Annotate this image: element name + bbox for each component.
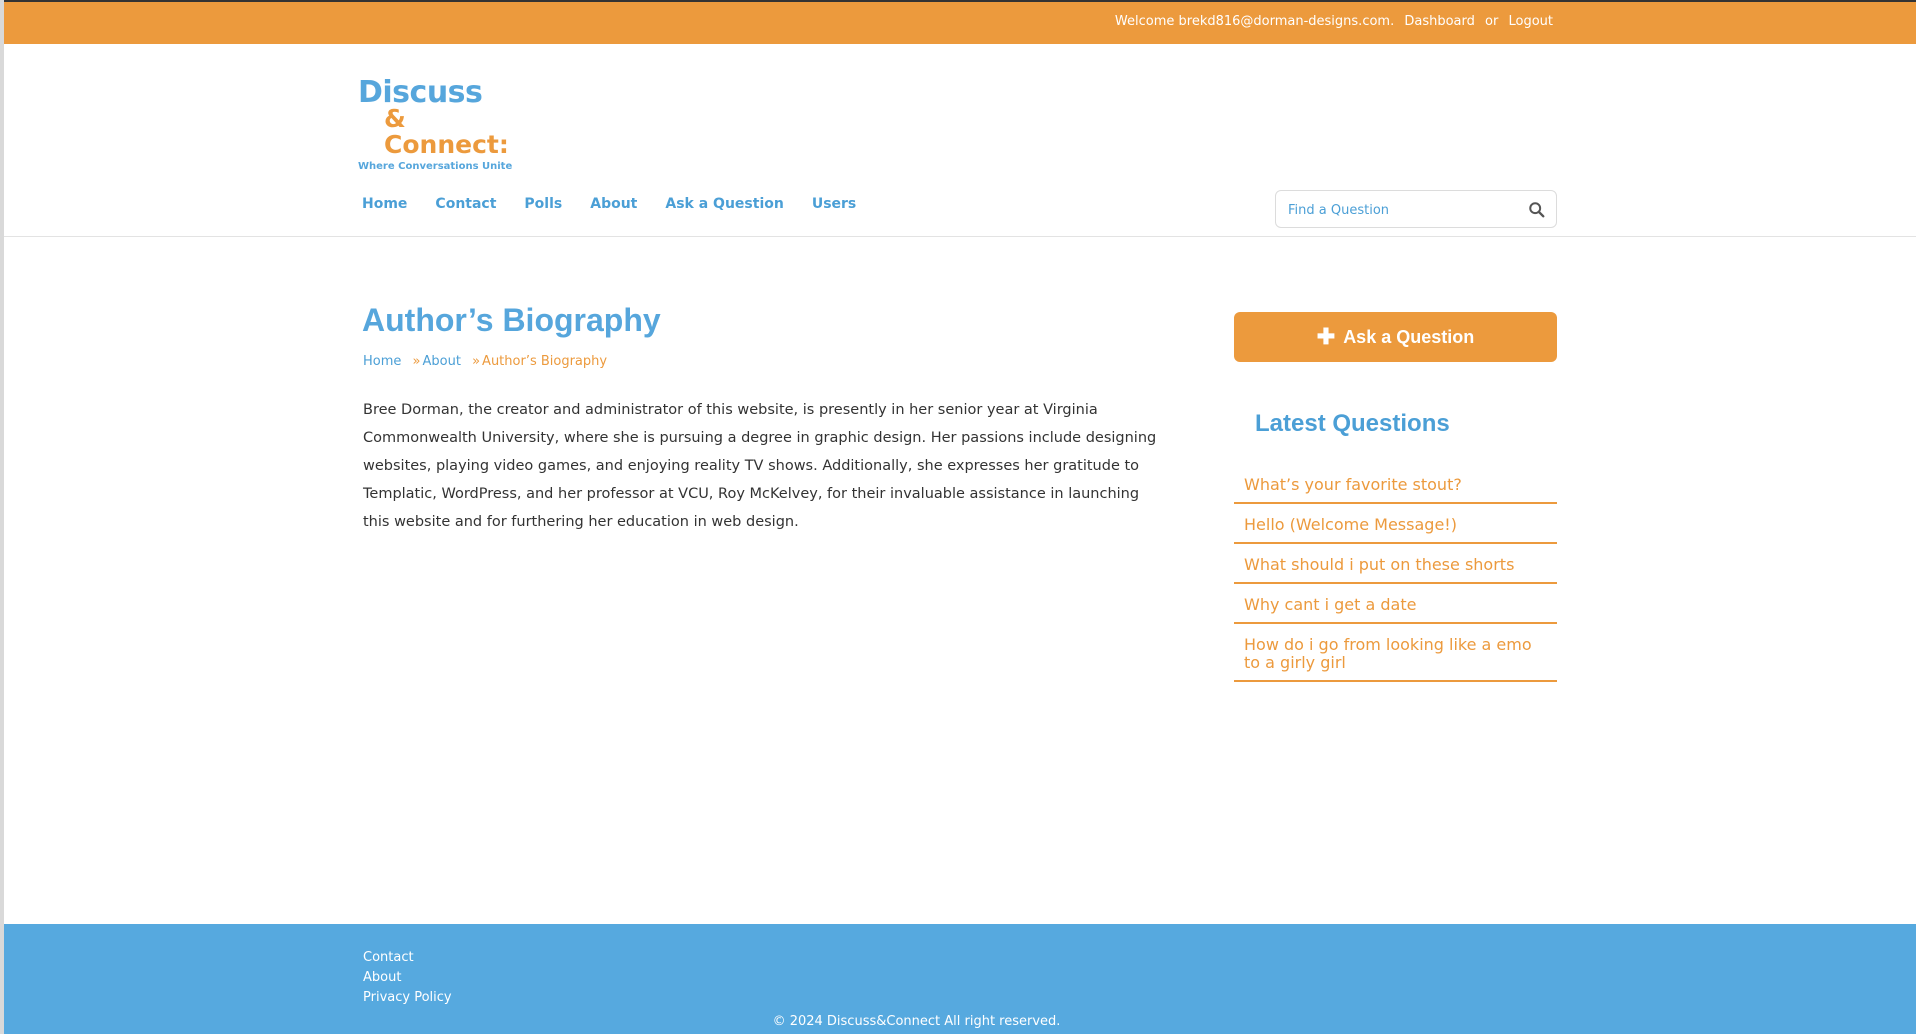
welcome-text: Welcome brekd816@dorman-designs.com. (1114, 14, 1395, 29)
list-item: How do i go from looking like a emo to a… (1234, 624, 1557, 682)
logo-line2: & Connect: (384, 104, 509, 159)
list-item: What’s your favorite stout? (1234, 464, 1557, 504)
question-link[interactable]: How do i go from looking like a emo to a… (1244, 635, 1532, 672)
logo-tagline: Where Conversations Unite (358, 161, 513, 172)
nav-contact[interactable]: Contact (435, 196, 496, 212)
nav-home[interactable]: Home (362, 196, 407, 212)
search-icon[interactable] (1528, 201, 1546, 219)
question-link[interactable]: What should i put on these shorts (1244, 555, 1514, 574)
page-title: Author’s Biography (362, 302, 661, 338)
latest-questions-list: What’s your favorite stout? Hello (Welco… (1234, 464, 1557, 682)
list-item: Hello (Welcome Message!) (1234, 504, 1557, 544)
breadcrumb: Home » About » Author’s Biography (363, 354, 607, 369)
site-header (4, 44, 1916, 237)
search-input[interactable] (1288, 200, 1518, 220)
or-text: or (1485, 14, 1499, 29)
nav-users[interactable]: Users (812, 196, 856, 212)
question-link[interactable]: Hello (Welcome Message!) (1244, 515, 1457, 534)
nav-ask-a-question[interactable]: Ask a Question (665, 196, 783, 212)
footer-contact-link[interactable]: Contact (363, 948, 452, 968)
list-item: What should i put on these shorts (1234, 544, 1557, 584)
main-nav: Home Contact Polls About Ask a Question … (362, 196, 856, 212)
ask-question-label: Ask a Question (1343, 326, 1475, 347)
site-footer: Contact About Privacy Policy © 2024 Disc… (4, 924, 1916, 1034)
footer-links: Contact About Privacy Policy (363, 948, 452, 1008)
latest-questions-title: Latest Questions (1255, 410, 1450, 437)
top-bar: Welcome brekd816@dorman-designs.com. Das… (4, 2, 1916, 44)
user-welcome: Welcome brekd816@dorman-designs.com. Das… (1115, 14, 1553, 29)
breadcrumb-current: Author’s Biography (482, 354, 608, 369)
breadcrumb-separator: » (472, 354, 481, 369)
breadcrumb-about[interactable]: About (423, 354, 461, 369)
plus-icon: ✚ (1316, 324, 1336, 349)
question-link[interactable]: What’s your favorite stout? (1244, 475, 1462, 494)
footer-about-link[interactable]: About (363, 968, 452, 988)
logout-link[interactable]: Logout (1508, 14, 1553, 29)
nav-polls[interactable]: Polls (524, 196, 562, 212)
search-box (1275, 190, 1557, 228)
breadcrumb-home[interactable]: Home (363, 354, 401, 369)
copyright-text: © 2024 Discuss&Connect All right reserve… (772, 1014, 1061, 1029)
question-link[interactable]: Why cant i get a date (1244, 595, 1416, 614)
breadcrumb-separator: » (412, 354, 421, 369)
footer-privacy-link[interactable]: Privacy Policy (363, 988, 452, 1008)
biography-text: Bree Dorman, the creator and administrat… (363, 402, 1157, 530)
site-logo[interactable]: Discuss & Connect: Where Conversations U… (358, 78, 538, 173)
dashboard-link[interactable]: Dashboard (1404, 14, 1475, 29)
list-item: Why cant i get a date (1234, 584, 1557, 624)
ask-question-button[interactable]: ✚ Ask a Question (1234, 312, 1557, 362)
nav-about[interactable]: About (590, 196, 637, 212)
